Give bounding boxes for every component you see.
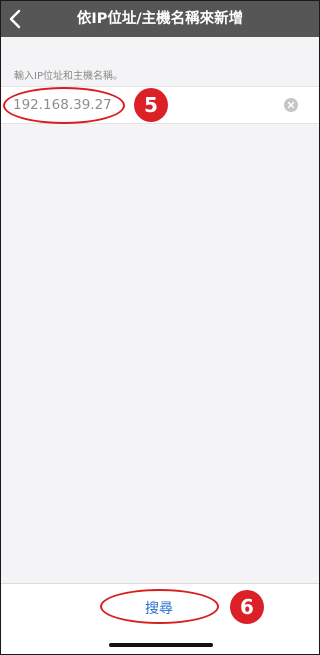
clear-circle-icon [284, 98, 298, 112]
navigation-bar: 依IP位址/主機名稱來新增 [1, 1, 319, 37]
page-title: 依IP位址/主機名稱來新增 [76, 11, 244, 27]
app-screen: 依IP位址/主機名稱來新增 輸入IP位址和主機名稱。 5 搜尋 6 [0, 0, 320, 655]
ip-field-label: 輸入IP位址和主機名稱。 [14, 71, 123, 82]
step-badge-6: 6 [230, 590, 264, 624]
search-highlight-ellipse [100, 589, 219, 624]
chevron-left-icon [9, 9, 21, 29]
home-indicator [109, 643, 213, 647]
ip-highlight-ellipse [3, 87, 125, 124]
back-button[interactable] [7, 7, 27, 31]
clear-input-button[interactable] [284, 98, 298, 112]
step-badge-5: 5 [134, 88, 168, 122]
